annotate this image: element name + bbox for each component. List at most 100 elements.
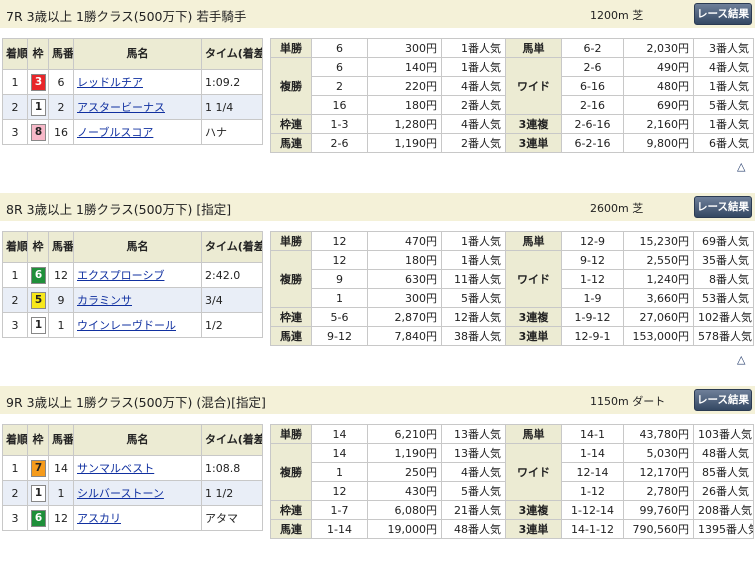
race-name: 8R 3歳以上 1勝クラス(500万下) [指定] (6, 202, 232, 217)
sanrentan-payout: 790,560円 (623, 519, 694, 539)
race-name: 9R 3歳以上 1勝クラス(500万下) (混合)[指定] (6, 395, 266, 410)
wide-label: ワイド (505, 57, 562, 115)
umatan-label: 馬単 (505, 38, 562, 58)
umaren-payout: 1,190円 (367, 133, 442, 153)
wakuren-label: 枠連 (270, 307, 312, 327)
waku-badge: 1 (31, 484, 46, 502)
waku-badge: 7 (31, 459, 46, 477)
horse-number: 6 (48, 69, 74, 95)
waku-badge: 6 (31, 509, 46, 527)
horse-name-link[interactable]: カラミンサ (77, 294, 132, 307)
fukusho-payout: 250円 (367, 462, 442, 482)
result-row: 1 6 12 エクスプローシブ 2:42.0 (2, 262, 263, 288)
payout-row: 複勝 6 140円 1番人気 ワイド 2-6 490円 4番人気 (270, 57, 754, 115)
finish-time: 1:09.2 (201, 69, 263, 95)
sanrentan-label: 3連単 (505, 519, 562, 539)
sanrentan-popularity: 1395番人気 (693, 519, 754, 539)
wide-popularity: 53番人気 (693, 288, 754, 308)
umaren-label: 馬連 (270, 519, 312, 539)
result-row: 2 1 1 シルバーストーン 1 1/2 (2, 480, 263, 506)
sanrenpuku-popularity: 1番人気 (693, 114, 754, 134)
fukusho-popularity: 1番人気 (441, 250, 506, 270)
fukusho-combo: 12 (311, 250, 368, 270)
sanrenpuku-payout: 27,060円 (623, 307, 694, 327)
tansho-popularity: 1番人気 (441, 231, 506, 251)
wide-popularity: 35番人気 (693, 250, 754, 270)
time-header: タイム(着差) (201, 231, 263, 263)
wide-combo: 12-14 (561, 462, 624, 482)
waku-cell: 1 (27, 480, 49, 506)
horse-name-link[interactable]: ノーブルスコア (77, 126, 153, 139)
race-result-button[interactable]: レース結果 (694, 196, 752, 218)
race-result-button[interactable]: レース結果 (694, 389, 752, 411)
sanrentan-popularity: 578番人気 (693, 326, 754, 346)
wide-payout: 490円 (623, 57, 694, 77)
waku-badge: 5 (31, 291, 46, 309)
sanrentan-label: 3連単 (505, 326, 562, 346)
fukusho-popularity: 4番人気 (441, 76, 506, 96)
time-header: タイム(着差) (201, 38, 263, 70)
finish-position: 1 (2, 455, 28, 481)
fukusho-payout: 140円 (367, 57, 442, 77)
sanrenpuku-popularity: 208番人気 (693, 500, 754, 520)
result-row: 1 3 6 レッドルチア 1:09.2 (2, 69, 263, 95)
umaren-label: 馬連 (270, 326, 312, 346)
time-header: タイム(着差) (201, 424, 263, 456)
umatan-combo: 6-2 (561, 38, 624, 58)
sanrenpuku-payout: 2,160円 (623, 114, 694, 134)
horse-name-link[interactable]: アスカリ (77, 512, 121, 525)
horse-name-link[interactable]: エクスプローシブ (77, 269, 164, 282)
finish-position: 3 (2, 119, 28, 145)
umaren-combo: 2-6 (311, 133, 368, 153)
umatan-popularity: 69番人気 (693, 231, 754, 251)
payout-row: 馬連 1-14 19,000円 48番人気 3連単 14-1-12 790,560円 1395… (270, 519, 754, 539)
horse-name-link[interactable]: サンマルベスト (77, 462, 154, 475)
horse-name-link[interactable]: ウインレーヴドール (77, 319, 176, 332)
race-section: 8R 3歳以上 1勝クラス(500万下) [指定] 2600m 芝 レース結果 着順枠… (0, 193, 755, 383)
wide-payout: 2,780円 (623, 481, 694, 501)
wide-combo: 6-16 (561, 76, 624, 96)
wakuren-combo: 5-6 (311, 307, 368, 327)
scroll-top-icon[interactable]: △ (737, 160, 745, 173)
umatan-popularity: 3番人気 (693, 38, 754, 58)
umaren-label: 馬連 (270, 133, 312, 153)
finish-position: 2 (2, 480, 28, 506)
tansho-combo: 12 (311, 231, 368, 251)
horse-cell: ウインレーヴドール (73, 312, 202, 338)
waku-cell: 6 (27, 505, 49, 531)
sanrenpuku-label: 3連複 (505, 500, 562, 520)
umaren-combo: 1-14 (311, 519, 368, 539)
wakuren-payout: 6,080円 (367, 500, 442, 520)
sanrentan-payout: 9,800円 (623, 133, 694, 153)
wakuren-payout: 2,870円 (367, 307, 442, 327)
sanrentan-label: 3連単 (505, 133, 562, 153)
sanrenpuku-combo: 1-12-14 (561, 500, 624, 520)
horse-name-link[interactable]: アスタービーナス (77, 101, 165, 114)
horse-cell: カラミンサ (73, 287, 202, 313)
tansho-combo: 14 (311, 424, 368, 444)
wakuren-popularity: 12番人気 (441, 307, 506, 327)
race-result-button[interactable]: レース結果 (694, 3, 752, 25)
horse-cell: サンマルベスト (73, 455, 202, 481)
result-header-row: 着順枠馬番馬名タイム(着差) (2, 38, 263, 70)
payout-row: 枠連 1-7 6,080円 21番人気 3連複 1-12-14 99,760円 208番人気 (270, 500, 754, 520)
umatan-combo: 14-1 (561, 424, 624, 444)
fukusho-payout: 630円 (367, 269, 442, 289)
scroll-top-icon[interactable]: △ (737, 353, 745, 366)
pos-header: 着順 (2, 38, 28, 70)
wide-combo: 2-6 (561, 57, 624, 77)
horse-number: 14 (48, 455, 74, 481)
horse-name-link[interactable]: シルバーストーン (77, 487, 164, 500)
waku-badge: 3 (31, 73, 46, 91)
horse-number: 1 (48, 480, 74, 506)
waku-cell: 8 (27, 119, 49, 145)
payout-row: 単勝 12 470円 1番人気 馬単 12-9 15,230円 69番人気 (270, 231, 754, 251)
finish-position: 1 (2, 262, 28, 288)
horse-name-link[interactable]: レッドルチア (77, 76, 143, 89)
fukusho-popularity: 2番人気 (441, 95, 506, 115)
umaren-popularity: 48番人気 (441, 519, 506, 539)
waku-badge: 1 (31, 316, 46, 334)
horse-number: 16 (48, 119, 74, 145)
sanrenpuku-popularity: 102番人気 (693, 307, 754, 327)
wide-combo: 1-12 (561, 269, 624, 289)
